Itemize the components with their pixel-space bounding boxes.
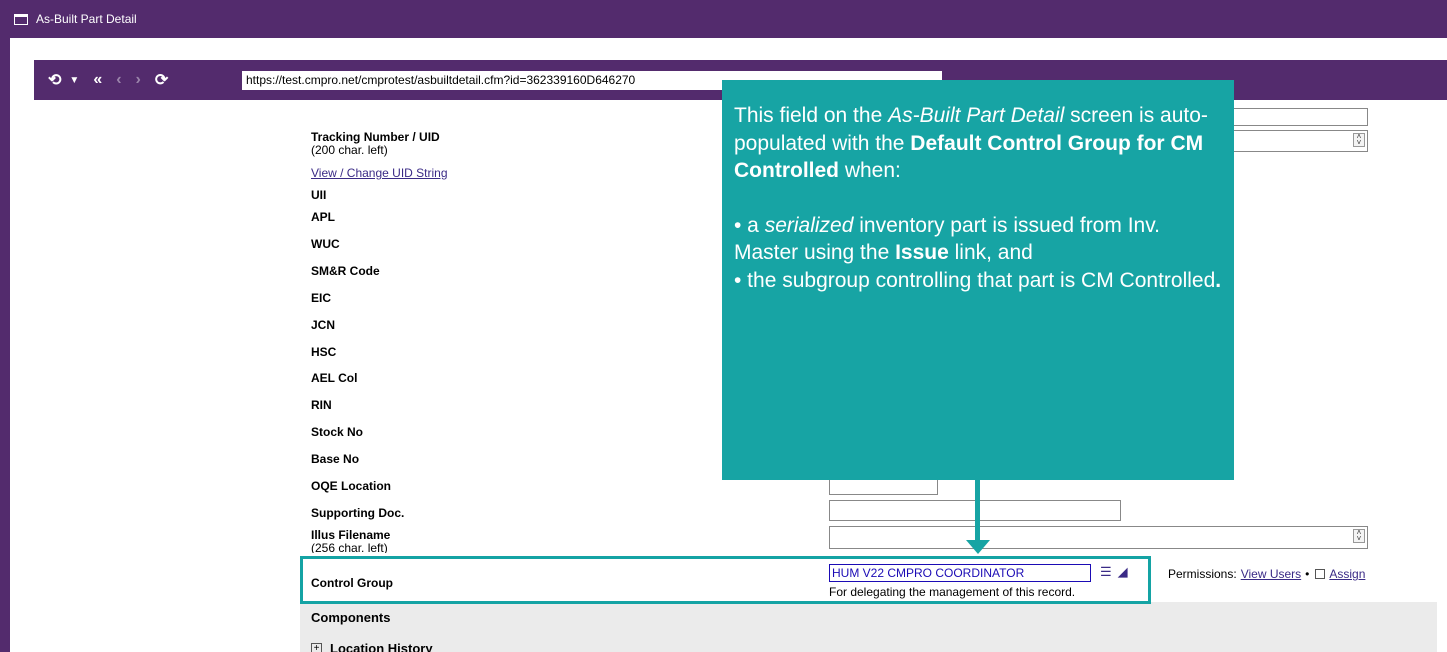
control-group-hint: For delegating the management of this re… (829, 585, 1076, 599)
window-title: As-Built Part Detail (36, 12, 137, 26)
permissions-label: Permissions: (1168, 567, 1237, 581)
uii-label: UII (311, 188, 327, 202)
callout-text: link, and (948, 241, 1033, 264)
jcn-label: JCN (311, 318, 336, 332)
illus-filename-label: Illus Filename (311, 528, 391, 542)
separator: • (1305, 567, 1310, 581)
assign-link[interactable]: Assign (1329, 567, 1365, 581)
tracking-label: Tracking Number / UID (311, 130, 440, 144)
callout-text: This field on the (734, 104, 889, 127)
callout-arrow (975, 480, 980, 542)
first-page-icon[interactable]: « (93, 71, 102, 89)
history-icon[interactable]: ⟲ (48, 70, 61, 90)
list-icon[interactable]: ☰ (1100, 564, 1112, 580)
control-group-actions: ☰ ◢ (1100, 564, 1128, 580)
callout-text: • a (734, 213, 765, 237)
expand-icon[interactable]: + (311, 643, 322, 652)
base-no-label: Base No (311, 452, 360, 466)
history-dropdown-icon[interactable]: ▼ (69, 75, 79, 86)
callout-bullet-2: • the subgroup controlling that part is … (734, 267, 1222, 295)
illus-spinner-icon[interactable]: ˄ ˅ (1353, 529, 1365, 543)
view-users-link[interactable]: View Users (1241, 567, 1301, 581)
apl-label: APL (311, 210, 335, 224)
ael-col-label: AEL Col (311, 371, 358, 385)
callout-text: • the subgroup controlling that part is … (734, 268, 1216, 292)
permissions: Permissions: View Users • Assign (1168, 567, 1365, 581)
illus-chars-left: (256 char. left) (311, 541, 388, 553)
callout-bold: . (1215, 268, 1222, 292)
hsc-label: HSC (311, 345, 337, 359)
control-group-select[interactable]: HUM V22 CMPRO COORDINATOR (829, 564, 1091, 582)
callout-arrow-head (966, 540, 990, 554)
eraser-icon[interactable]: ◢ (1118, 564, 1128, 580)
control-group-label: Control Group (311, 576, 393, 590)
callout-em: serialized (764, 213, 854, 237)
wuc-label: WUC (311, 237, 340, 251)
window-title-bar: As-Built Part Detail (0, 0, 1447, 38)
illus-filename-input[interactable]: ˄ ˅ (829, 526, 1368, 549)
forward-icon[interactable]: › (136, 71, 141, 89)
spinner-icon[interactable]: ˄ ˅ (1353, 133, 1365, 147)
rin-label: RIN (311, 398, 332, 412)
stock-no-label: Stock No (311, 425, 364, 439)
window-icon (14, 13, 28, 25)
smr-code-label: SM&R Code (311, 264, 380, 278)
components-heading: Components (311, 610, 391, 625)
refresh-icon[interactable]: ⟳ (155, 70, 168, 90)
callout-em: As-Built Part Detail (888, 104, 1065, 127)
eic-label: EIC (311, 291, 332, 305)
callout-bold: Issue (895, 241, 949, 264)
components-band (300, 602, 1437, 652)
callout-intro: This field on the As-Built Part Detail s… (734, 102, 1222, 185)
location-history-toggle[interactable]: + Location History (311, 641, 433, 652)
callout-text: when: (839, 159, 901, 182)
oqe-location-label: OQE Location (311, 479, 392, 493)
assign-icon[interactable] (1315, 569, 1326, 579)
view-change-uid-link[interactable]: View / Change UID String (311, 166, 448, 180)
callout-bullet-1: • a serialized inventory part is issued … (734, 212, 1222, 267)
info-callout: This field on the As-Built Part Detail s… (722, 80, 1234, 480)
supporting-doc-label: Supporting Doc. (311, 506, 405, 520)
location-history-label: Location History (330, 641, 433, 652)
back-icon[interactable]: ‹ (116, 71, 121, 89)
tracking-chars-left: (200 char. left) (311, 143, 388, 157)
